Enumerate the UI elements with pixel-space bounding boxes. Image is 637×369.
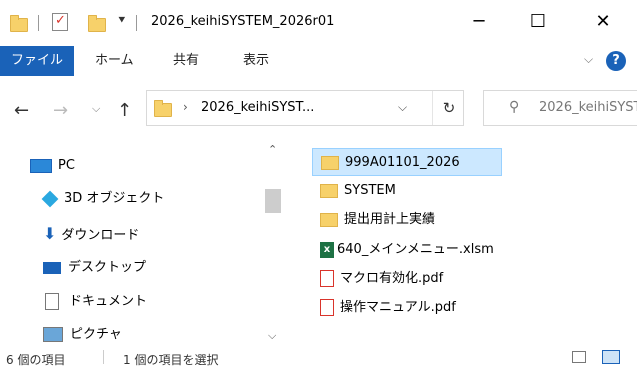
search-placeholder: 2026_keihiSYSTEM: [539, 100, 637, 115]
breadcrumb[interactable]: 2026_keihiSYST...: [201, 100, 314, 115]
list-item[interactable]: 操作マニュアル.pdf: [312, 294, 456, 322]
desktop-icon: [43, 261, 61, 274]
tab-home[interactable]: ホーム: [95, 46, 134, 76]
excel-icon: x: [320, 241, 334, 258]
folder-icon: [320, 212, 338, 227]
selected-count: 1 個の項目を選択: [123, 353, 219, 367]
quick-access-dropdown-icon[interactable]: ⯆: [117, 13, 127, 28]
file-name: SYSTEM: [344, 183, 396, 198]
recent-locations-icon[interactable]: ⌵: [92, 102, 100, 116]
help-button[interactable]: ?: [606, 51, 626, 71]
folder-icon: [10, 15, 28, 32]
folder-icon: [154, 100, 172, 117]
folder-icon: [321, 155, 339, 170]
item-count: 6 個の項目: [6, 353, 66, 367]
ribbon-expand-icon[interactable]: ⌵: [584, 52, 593, 67]
forward-icon[interactable]: →: [53, 100, 68, 121]
minimize-icon[interactable]: ─: [467, 10, 491, 34]
tab-file[interactable]: ファイル: [0, 46, 74, 76]
sidebar-item-pc[interactable]: PC: [30, 150, 75, 182]
file-name: 999A01101_2026: [345, 155, 460, 170]
breadcrumb-chevron-icon[interactable]: ›: [183, 100, 188, 114]
sidebar-item-label: デスクトップ: [68, 260, 147, 275]
folder-icon: [320, 183, 338, 198]
scroll-up-icon[interactable]: ⌃: [268, 143, 277, 156]
up-icon[interactable]: ↑: [117, 100, 132, 121]
properties-icon[interactable]: ✓: [52, 13, 68, 31]
pictures-icon: [43, 327, 63, 342]
status-bar: 6 個の項目 1 個の項目を選択: [0, 345, 637, 369]
scroll-down-icon[interactable]: ⌵: [268, 329, 276, 343]
pc-icon: [30, 158, 52, 173]
list-item[interactable]: 999A01101_2026: [312, 148, 502, 176]
tab-view[interactable]: 表示: [243, 46, 269, 76]
back-icon[interactable]: ←: [14, 100, 29, 121]
maximize-icon[interactable]: ☐: [526, 10, 550, 34]
scrollbar-thumb[interactable]: [265, 189, 281, 213]
sidebar-item-desktop[interactable]: デスクトップ: [43, 252, 146, 284]
sidebar-item-documents[interactable]: ドキュメント: [45, 286, 147, 318]
list-item[interactable]: x 640_メインメニュー.xlsm: [312, 236, 494, 264]
nav-scrollbar[interactable]: ⌃ ⌵: [263, 141, 283, 351]
list-item[interactable]: マクロ有効化.pdf: [312, 265, 443, 293]
sidebar-item-label: ダウンロード: [61, 228, 140, 243]
divider: [136, 15, 137, 31]
document-icon: [45, 293, 59, 310]
pdf-icon: [320, 270, 334, 287]
sidebar-item-label: PC: [58, 158, 75, 173]
sidebar-item-label: 3D オブジェクト: [64, 191, 165, 206]
list-item[interactable]: SYSTEM: [312, 177, 396, 205]
large-icons-view-icon[interactable]: [602, 350, 620, 364]
pdf-icon: [320, 299, 334, 316]
tab-share[interactable]: 共有: [173, 46, 199, 76]
details-view-icon[interactable]: [572, 351, 586, 363]
close-icon[interactable]: ✕: [591, 10, 615, 34]
cube-icon: [41, 190, 59, 207]
file-name: 提出用計上実績: [344, 212, 436, 227]
download-icon: ⬇: [43, 224, 57, 243]
divider: [103, 350, 104, 364]
search-icon: ⚲: [509, 99, 520, 115]
file-name: マクロ有効化.pdf: [340, 271, 444, 286]
sidebar-item-label: ドキュメント: [69, 294, 148, 309]
file-name: 640_メインメニュー.xlsm: [337, 242, 494, 257]
sidebar-item-downloads[interactable]: ⬇ ダウンロード: [43, 218, 139, 250]
refresh-icon[interactable]: ↻: [432, 91, 465, 125]
new-folder-icon[interactable]: [88, 15, 106, 32]
divider: [38, 15, 39, 31]
sidebar-item-3d-objects[interactable]: 3D オブジェクト: [41, 183, 165, 215]
list-item[interactable]: 提出用計上実績: [312, 206, 435, 234]
sidebar-item-label: ピクチャ: [70, 327, 122, 342]
window-title: 2026_keihiSYSTEM_2026r01: [151, 14, 335, 29]
address-dropdown-icon[interactable]: ⌵: [398, 100, 407, 115]
file-name: 操作マニュアル.pdf: [340, 300, 456, 315]
